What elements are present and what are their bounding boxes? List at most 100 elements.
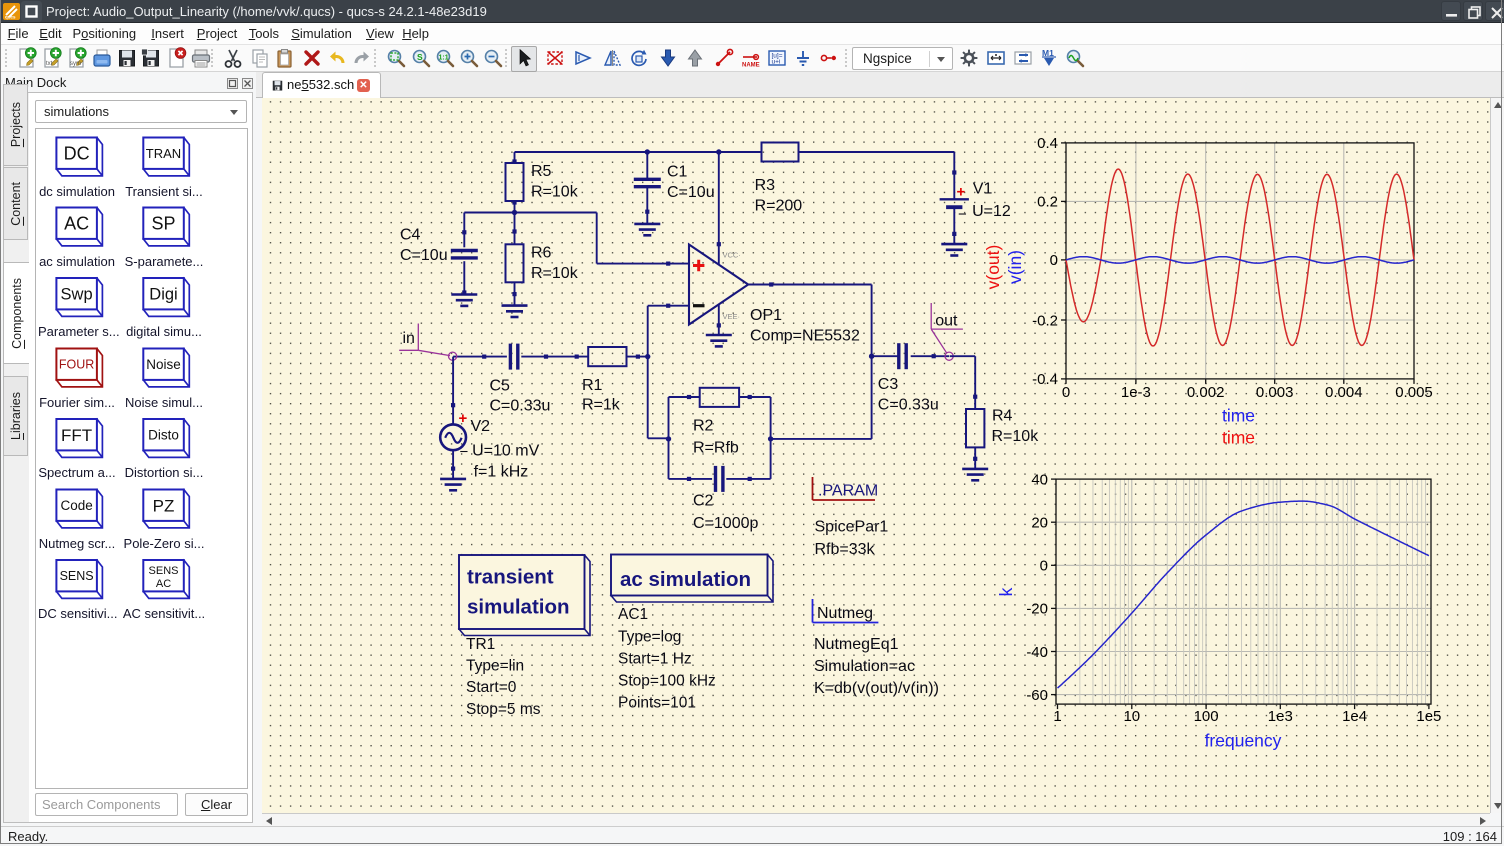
svg-text:transient: transient: [467, 566, 554, 589]
svg-text:Start=1 Hz: Start=1 Hz: [618, 650, 692, 667]
svg-text:S: S: [417, 52, 423, 62]
svg-text:-60: -60: [1026, 687, 1048, 704]
svg-text:DC: DC: [64, 143, 90, 163]
svg-text:Type=log: Type=log: [618, 628, 681, 645]
svg-text:0: 0: [1062, 384, 1070, 401]
svg-text:R2: R2: [693, 418, 714, 435]
svg-text:.PARAM: .PARAM: [818, 483, 878, 500]
svg-text:C=0.33u: C=0.33u: [490, 397, 551, 414]
svg-text:R3: R3: [755, 177, 776, 194]
svg-text:1e5: 1e5: [1416, 708, 1441, 725]
svg-text:simulation: simulation: [467, 596, 570, 619]
svg-text:R=10k: R=10k: [992, 428, 1040, 445]
svg-text:TR1: TR1: [466, 636, 495, 653]
svg-text:20: 20: [1031, 515, 1048, 532]
svg-text:sym: sym: [70, 61, 81, 67]
svg-text:TRAN: TRAN: [146, 145, 181, 160]
svg-text:R5: R5: [531, 163, 552, 180]
svg-text:0.004: 0.004: [1325, 384, 1363, 401]
svg-text:0: 0: [1040, 558, 1048, 575]
svg-text:1e-3: 1e-3: [1121, 384, 1151, 401]
svg-text:100: 100: [1194, 708, 1219, 725]
svg-text:v(out): v(out): [983, 245, 1003, 290]
svg-text:time: time: [1222, 428, 1255, 448]
svg-text:SpicePar1: SpicePar1: [815, 519, 889, 536]
svg-text:Points=101: Points=101: [618, 695, 696, 712]
svg-text:K=db(v(out)/v(in)): K=db(v(out)/v(in)): [814, 680, 939, 697]
svg-text:R=200: R=200: [755, 198, 803, 215]
svg-text:1:1: 1:1: [439, 55, 449, 62]
svg-text:SENS: SENS: [60, 569, 94, 583]
svg-text:0.005: 0.005: [1395, 384, 1433, 401]
svg-text:0.002: 0.002: [1187, 384, 1225, 401]
svg-text:-0.4: -0.4: [1032, 371, 1058, 388]
svg-text:-40: -40: [1026, 644, 1048, 661]
svg-text:V2: V2: [471, 418, 491, 435]
svg-text:R6: R6: [531, 245, 552, 262]
svg-text:C4: C4: [400, 227, 421, 244]
svg-text:f=1 kHz: f=1 kHz: [474, 464, 529, 481]
svg-text:in: in: [403, 330, 415, 347]
svg-text:−: −: [958, 206, 967, 223]
svg-text:R=10k: R=10k: [531, 265, 579, 282]
svg-text:SENS: SENS: [149, 565, 179, 577]
svg-text:OP1: OP1: [750, 307, 782, 324]
svg-text:AC: AC: [64, 213, 89, 233]
svg-text:u+i: u+i: [772, 59, 781, 66]
svg-text:Disto: Disto: [148, 427, 179, 442]
svg-text:40: 40: [1031, 471, 1048, 488]
svg-text:U=12: U=12: [972, 203, 1011, 220]
svg-text:−: −: [460, 444, 469, 461]
svg-text:out: out: [935, 313, 958, 330]
svg-text:C=10u: C=10u: [667, 184, 715, 201]
svg-text:AC: AC: [156, 578, 171, 590]
svg-text:R=1k: R=1k: [582, 397, 621, 414]
svg-text:Type=lin: Type=lin: [466, 657, 524, 674]
svg-text:Stop=5 ms: Stop=5 ms: [466, 701, 541, 718]
svg-text:Stop=100 kHz: Stop=100 kHz: [618, 673, 716, 690]
svg-text:1: 1: [1053, 708, 1061, 725]
svg-text:NutmegEq1: NutmegEq1: [814, 636, 899, 653]
svg-text:Code: Code: [60, 498, 92, 513]
svg-text:VCC·: VCC·: [723, 251, 741, 260]
svg-text:Rfb=33k: Rfb=33k: [815, 541, 876, 558]
svg-text:time: time: [1222, 406, 1255, 426]
svg-text:C2: C2: [693, 493, 714, 510]
svg-text:frequency: frequency: [1205, 731, 1282, 751]
svg-text:0: 0: [1050, 252, 1058, 269]
svg-text:Simulation=ac: Simulation=ac: [814, 658, 915, 675]
svg-text:R1: R1: [582, 377, 603, 394]
svg-text:SP: SP: [151, 213, 175, 233]
svg-text:C3: C3: [878, 376, 899, 393]
svg-text:v(in): v(in): [1005, 250, 1025, 284]
svg-text:-0.2: -0.2: [1032, 312, 1058, 329]
svg-text:-20: -20: [1026, 601, 1048, 618]
svg-text:VEE·: VEE·: [723, 312, 741, 321]
svg-text:R4: R4: [992, 408, 1013, 425]
svg-text:10: 10: [1123, 708, 1140, 725]
svg-text:qucs: qucs: [5, 15, 16, 20]
svg-text:C=0.33u: C=0.33u: [878, 396, 939, 413]
svg-text:NAME: NAME: [742, 63, 760, 69]
svg-text:+: +: [957, 184, 966, 201]
svg-text:1e4: 1e4: [1342, 708, 1367, 725]
svg-text:Noise: Noise: [146, 357, 181, 372]
svg-text:txt: txt: [46, 61, 53, 67]
svg-text:Nutmeg: Nutmeg: [817, 605, 873, 622]
svg-text:Start=0: Start=0: [466, 679, 517, 696]
svg-text:k: k: [996, 587, 1016, 596]
svg-text:V1: V1: [973, 181, 993, 198]
svg-text:C=10u: C=10u: [400, 247, 448, 264]
svg-text:+: +: [459, 410, 468, 427]
svg-text:Swp: Swp: [61, 285, 93, 303]
svg-text:0.003: 0.003: [1256, 384, 1294, 401]
svg-text:1e3: 1e3: [1268, 708, 1293, 725]
svg-text:PZ: PZ: [153, 496, 175, 515]
svg-text:ac simulation: ac simulation: [620, 568, 751, 591]
svg-text:0.4: 0.4: [1037, 135, 1058, 152]
svg-text:C=1000p: C=1000p: [693, 515, 758, 532]
svg-text:Digi: Digi: [149, 285, 177, 303]
svg-text:C5: C5: [490, 378, 511, 395]
svg-text:R=Rfb: R=Rfb: [693, 440, 739, 457]
svg-text:FFT: FFT: [61, 425, 92, 444]
